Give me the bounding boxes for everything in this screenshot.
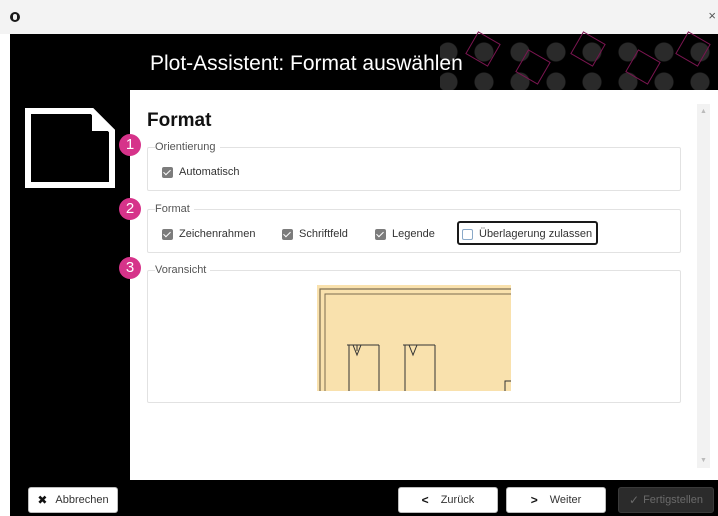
checkbox-legende[interactable]: Legende: [375, 228, 435, 240]
finish-label: Fertigstellen: [643, 494, 703, 506]
window-close-button[interactable]: ×: [708, 8, 716, 24]
step-badge-2: 2: [119, 198, 141, 220]
scroll-up-icon[interactable]: ▲: [697, 108, 710, 115]
checkbox-checked-icon: [375, 228, 386, 240]
checkbox-checked-icon: [282, 228, 293, 240]
wizard-title: Plot-Assistent: Format auswählen: [150, 52, 463, 75]
checkbox-ueberlagerung[interactable]: Überlagerung zulassen: [462, 228, 592, 240]
step-badge-1: 1: [119, 134, 141, 156]
checkbox-label: Legende: [392, 228, 435, 240]
back-label: Zurück: [440, 494, 475, 506]
checkbox-schriftfeld[interactable]: Schriftfeld: [282, 228, 348, 240]
check-icon: ✓: [629, 493, 640, 507]
checkbox-label: Zeichenrahmen: [179, 228, 256, 240]
cancel-button[interactable]: ✖ Abbrechen: [28, 487, 118, 513]
scroll-down-icon[interactable]: ▼: [697, 457, 710, 464]
page-title: Format: [147, 110, 212, 131]
finish-button[interactable]: ✓ Fertigstellen: [618, 487, 714, 513]
checkbox-zeichenrahmen[interactable]: Zeichenrahmen: [162, 228, 255, 240]
checkbox-checked-icon: [162, 166, 173, 178]
app-icon: [10, 12, 20, 22]
checkbox-checked-icon: [162, 228, 173, 240]
vertical-scrollbar[interactable]: ▲ ▼: [697, 104, 710, 468]
format-preview: [317, 285, 511, 391]
document-icon: [25, 108, 115, 188]
format-label: Format: [155, 203, 194, 215]
window-title-bar: ×: [0, 0, 718, 34]
chevron-left-icon: <: [421, 493, 429, 507]
next-label: Weiter: [549, 494, 582, 506]
chevron-right-icon: >: [530, 493, 538, 507]
close-icon: ✖: [37, 493, 48, 507]
checkbox-label: Schriftfeld: [299, 228, 348, 240]
next-button[interactable]: > Weiter: [506, 487, 606, 513]
drawing-preview-icon: [319, 288, 511, 391]
orientation-label: Orientierung: [155, 141, 220, 153]
step-badge-3: 3: [119, 257, 141, 279]
checkbox-automatisch[interactable]: Automatisch: [162, 166, 240, 178]
checkbox-label: Automatisch: [179, 166, 240, 178]
checkbox-label: Überlagerung zulassen: [479, 228, 593, 240]
preview-label: Voransicht: [155, 264, 211, 276]
checkbox-unchecked-icon: [462, 228, 473, 240]
back-button[interactable]: < Zurück: [398, 487, 498, 513]
cancel-label: Abbrechen: [55, 494, 109, 506]
